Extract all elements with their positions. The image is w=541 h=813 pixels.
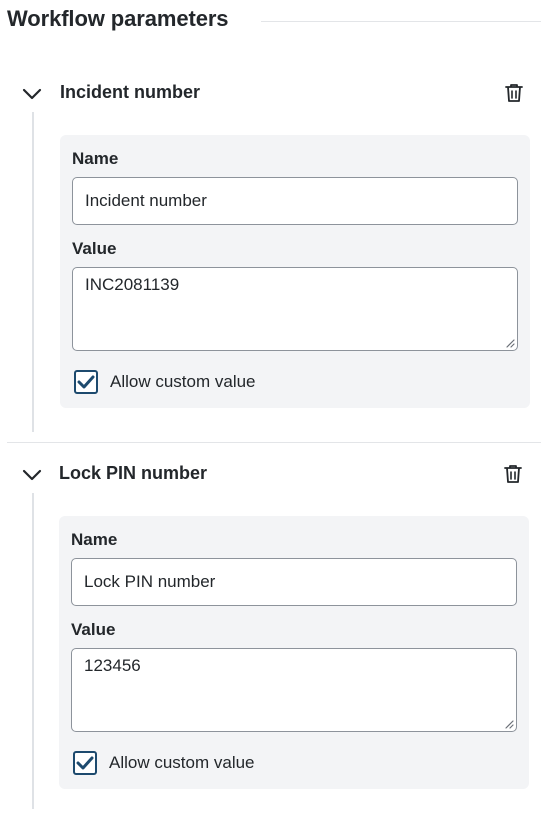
allow-custom-row: Allow custom value — [74, 370, 314, 396]
checkmark-icon — [76, 756, 94, 770]
parameter-title: Lock PIN number — [59, 463, 208, 483]
parameter-header[interactable]: Incident number — [0, 74, 541, 112]
section-header: Workflow parameters — [7, 6, 541, 36]
resize-grip-icon[interactable] — [504, 719, 514, 729]
name-label: Name — [71, 530, 118, 549]
parameter-tree-line — [32, 493, 34, 809]
allow-custom-label: Allow custom value — [109, 753, 255, 772]
trash-icon[interactable] — [501, 462, 525, 486]
name-label: Name — [72, 149, 119, 168]
workflow-parameters-panel: Workflow parameters Incident number Name… — [0, 0, 541, 813]
value-text: 123456 — [84, 656, 141, 675]
trash-icon[interactable] — [502, 81, 526, 105]
parameter-card: Name Incident number Value INC2081139 Al… — [60, 135, 530, 408]
checkmark-icon — [77, 375, 95, 389]
allow-custom-checkbox[interactable] — [73, 751, 97, 775]
parameter-tree-line — [32, 112, 34, 432]
value-textarea[interactable]: INC2081139 — [72, 267, 518, 351]
parameter-card: Name Lock PIN number Value 123456 Allow … — [59, 516, 529, 789]
parameter-title: Incident number — [60, 82, 201, 102]
allow-custom-row: Allow custom value — [73, 751, 313, 777]
chevron-down-icon[interactable] — [21, 84, 43, 104]
parameter-header[interactable]: Lock PIN number — [0, 455, 541, 493]
name-input[interactable]: Lock PIN number — [71, 558, 517, 606]
value-label: Value — [72, 239, 117, 258]
value-text: INC2081139 — [85, 275, 180, 294]
value-label: Value — [71, 620, 116, 639]
parameter-divider — [7, 442, 541, 443]
allow-custom-checkbox[interactable] — [74, 370, 98, 394]
resize-grip-icon[interactable] — [505, 338, 515, 348]
value-textarea[interactable]: 123456 — [71, 648, 517, 732]
chevron-down-icon[interactable] — [21, 465, 43, 485]
section-title: Workflow parameters — [7, 6, 229, 31]
name-input[interactable]: Incident number — [72, 177, 518, 225]
allow-custom-label: Allow custom value — [110, 372, 256, 391]
header-divider — [261, 21, 541, 22]
